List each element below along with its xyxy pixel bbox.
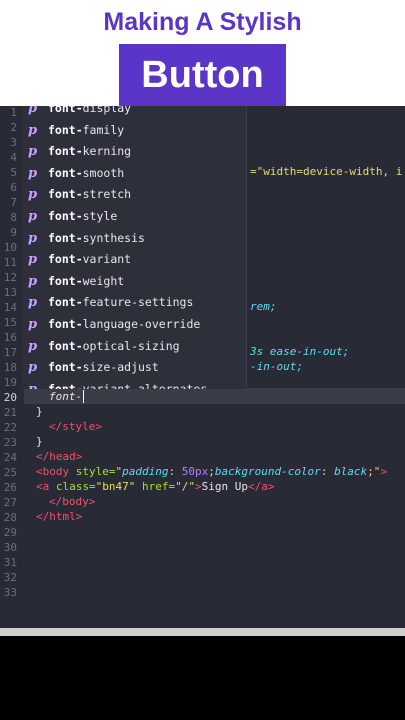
- line-number: 20: [3, 391, 17, 404]
- text-cursor: [83, 390, 85, 403]
- property-icon: p: [28, 144, 38, 160]
- line-number-gutter: 1 2 3 4 5 6 7 8 9 10 11 12 13 14 15 16 17 18 19 20 21 22 23 24 2…: [0, 106, 24, 628]
- line-number: 9: [10, 226, 17, 239]
- line-number: 4: [10, 151, 17, 164]
- autocomplete-item-label: font-family: [48, 122, 125, 137]
- line-number: 23: [3, 436, 17, 449]
- code-line-17-tail: 3s ease-in-out;: [250, 345, 350, 358]
- autocomplete-item-label: font-feature-settings: [48, 295, 194, 310]
- line-number: 33: [3, 586, 17, 599]
- code-line-28: </html>: [36, 510, 83, 523]
- autocomplete-item[interactable]: p font-variant: [22, 249, 242, 270]
- line-number: 3: [10, 136, 17, 149]
- autocomplete-item-label: font-stretch: [48, 187, 132, 202]
- line-number: 15: [3, 316, 17, 329]
- autocomplete-item[interactable]: p font-feature-settings: [22, 292, 242, 313]
- line-number: 32: [3, 571, 17, 584]
- line-number: 29: [3, 526, 17, 539]
- property-icon: p: [28, 379, 37, 389]
- autocomplete-item-label: font-weight: [48, 273, 125, 288]
- autocomplete-item-label: font-kerning: [48, 144, 132, 159]
- bottom-divider: [0, 628, 405, 636]
- autocomplete-item-label: font-optical-sizing: [48, 338, 180, 353]
- property-icon: p: [28, 273, 38, 289]
- line-number: 31: [3, 556, 17, 569]
- property-icon: p: [28, 106, 38, 116]
- autocomplete-item-label: font-size-adjust: [48, 360, 159, 375]
- line-number: 12: [3, 271, 17, 284]
- line-number: 1: [10, 106, 17, 119]
- line-number: 18: [3, 361, 17, 374]
- autocomplete-item[interactable]: p font-display: [22, 106, 242, 119]
- line-number: 25: [3, 466, 17, 479]
- code-line-18-tail: -in-out;: [250, 360, 303, 373]
- property-icon: p: [28, 338, 38, 354]
- autocomplete-item-label: font-variant: [48, 252, 132, 267]
- property-icon: p: [28, 230, 38, 246]
- property-icon: p: [28, 295, 38, 311]
- video-title-area: Making A Stylish Button: [0, 0, 405, 108]
- code-line-21: }: [36, 405, 43, 418]
- code-line-24: </head>: [36, 450, 83, 463]
- property-icon: p: [28, 252, 38, 268]
- title-line-2: Button: [119, 44, 286, 106]
- line-number: 19: [3, 376, 17, 389]
- title-line-1: Making A Stylish: [83, 0, 322, 44]
- code-line-14-tail: rem;: [250, 300, 277, 313]
- autocomplete-item-label: font-language-override: [48, 317, 201, 331]
- property-icon: p: [28, 122, 38, 138]
- code-editor[interactable]: 1 2 3 4 5 6 7 8 9 10 11 12 13 14 15 16 17 18 19 20 21 22 23 24 2…: [0, 106, 405, 628]
- property-icon: p: [28, 187, 38, 203]
- autocomplete-item[interactable]: p font-optical-sizing: [22, 336, 242, 357]
- line-number: 26: [3, 481, 17, 494]
- code-line-26: <a class="bn47" href="/">Sign Up</a>: [36, 480, 275, 493]
- autocomplete-item[interactable]: p font-weight: [22, 271, 242, 292]
- line-number: 14: [3, 301, 17, 314]
- code-line-22: </style>: [49, 420, 102, 433]
- line-number: 5: [10, 166, 17, 179]
- autocomplete-popup[interactable]: p font-display p font-family p font-kerning p f…: [22, 106, 247, 389]
- property-icon: p: [28, 165, 38, 181]
- autocomplete-item-label: font-display: [48, 106, 132, 115]
- line-number: 6: [10, 181, 17, 194]
- autocomplete-item[interactable]: p font-variant-alternates: [22, 379, 242, 389]
- line-number: 24: [3, 451, 17, 464]
- autocomplete-item[interactable]: p font-style: [22, 206, 242, 227]
- property-icon: p: [28, 317, 38, 332]
- autocomplete-item-label: font-style: [48, 209, 118, 223]
- line-number: 28: [3, 511, 17, 524]
- line-number: 8: [10, 211, 17, 224]
- autocomplete-item[interactable]: p font-family: [22, 120, 242, 141]
- line-number: 13: [3, 286, 17, 299]
- line-number: 10: [3, 241, 17, 254]
- line-number: 11: [3, 256, 17, 269]
- property-icon: p: [28, 360, 38, 376]
- line-number: 17: [3, 346, 17, 359]
- line-number: 16: [3, 331, 17, 344]
- autocomplete-item[interactable]: p font-synthesis: [22, 228, 242, 249]
- autocomplete-item-label: font-synthesis: [48, 230, 145, 245]
- code-line-23: }: [36, 435, 43, 448]
- autocomplete-item-label: font-smooth: [48, 165, 125, 180]
- code-line-27: </body>: [49, 495, 96, 508]
- autocomplete-item[interactable]: p font-language-override: [22, 314, 242, 335]
- autocomplete-item-label: font-variant-alternates: [48, 381, 208, 389]
- line-number: 22: [3, 421, 17, 434]
- autocomplete-item[interactable]: p font-size-adjust: [22, 357, 242, 378]
- autocomplete-item[interactable]: p font-stretch: [22, 184, 242, 205]
- code-line-20: font-: [49, 390, 85, 403]
- line-number: 2: [10, 121, 17, 134]
- property-icon: p: [28, 209, 38, 224]
- autocomplete-item[interactable]: p font-kerning: [22, 141, 242, 162]
- line-number: 21: [3, 406, 17, 419]
- line-number: 27: [3, 496, 17, 509]
- code-line-5-tail: ="width=device-width, i: [250, 165, 403, 178]
- line-number: 7: [10, 196, 17, 209]
- line-number: 30: [3, 541, 17, 554]
- autocomplete-item[interactable]: p font-smooth: [22, 163, 242, 184]
- code-line-25: <body style="padding: 50px;background-co…: [36, 465, 388, 478]
